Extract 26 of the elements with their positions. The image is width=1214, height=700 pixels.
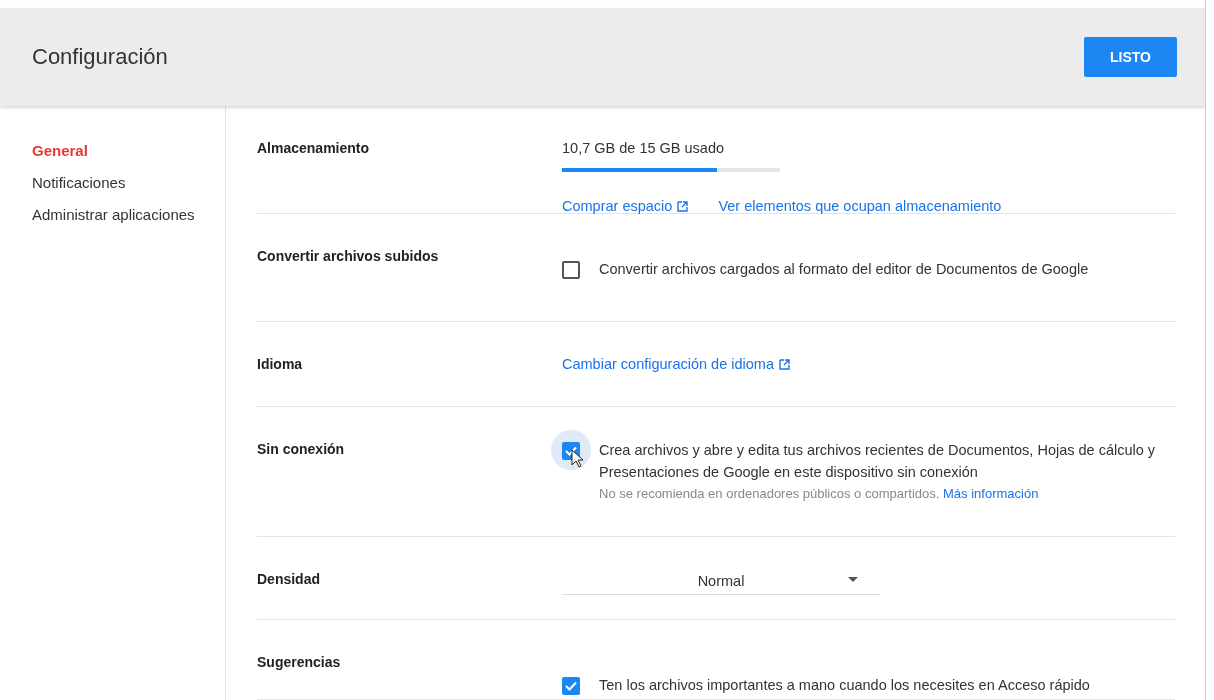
link[interactable]: Cambiar configuración de idioma	[562, 356, 790, 372]
storage-usage: 10,7 GB de 15 GB usado	[562, 140, 726, 156]
checkbox-label: Convertir archivos cargados al formato del editor de Documentos de Google	[599, 260, 1089, 279]
setting-label: Densidad	[257, 571, 321, 589]
checkbox[interactable]	[562, 676, 580, 695]
external-link-icon	[677, 200, 689, 212]
external-link-icon	[779, 358, 790, 370]
setting-label: Convertir archivos subidos	[257, 248, 440, 266]
link[interactable]: Ver elementos que ocupan almacenamiento	[718, 198, 1002, 214]
more-info-link[interactable]: Más información	[943, 483, 1039, 505]
checkbox-label: Crea archivos y abre y edita tus archivos recientes de Documentos, Hojas de cálculo y Presentaciones de Google en este dispositivo sin conexión	[599, 441, 1157, 482]
setting-label: Sin conexión	[257, 441, 346, 459]
setting-label: Sugerencias	[257, 654, 342, 672]
setting-label: Almacenamiento	[257, 140, 371, 158]
sidebar-item[interactable]: Notificaciones	[0, 174, 225, 191]
sidebar-item[interactable]: Administrar aplicaciones	[0, 206, 225, 223]
dropdown-caret-icon	[848, 577, 858, 582]
link[interactable]: Comprar espacio	[562, 198, 689, 214]
checkbox-label: Ten los archivos importantes a mano cuando los necesites en Acceso rápido	[599, 676, 1090, 695]
setting-label: Idioma	[257, 356, 304, 374]
checkbox[interactable]	[562, 260, 580, 279]
page-title: Configuración	[32, 44, 168, 70]
density-select[interactable]: Normal	[562, 568, 880, 595]
note-text: No se recomienda en ordenadores públicos o compartidos.	[599, 486, 940, 501]
sidebar-item[interactable]: General	[0, 142, 225, 159]
done-button[interactable]: LISTO	[1084, 37, 1177, 77]
